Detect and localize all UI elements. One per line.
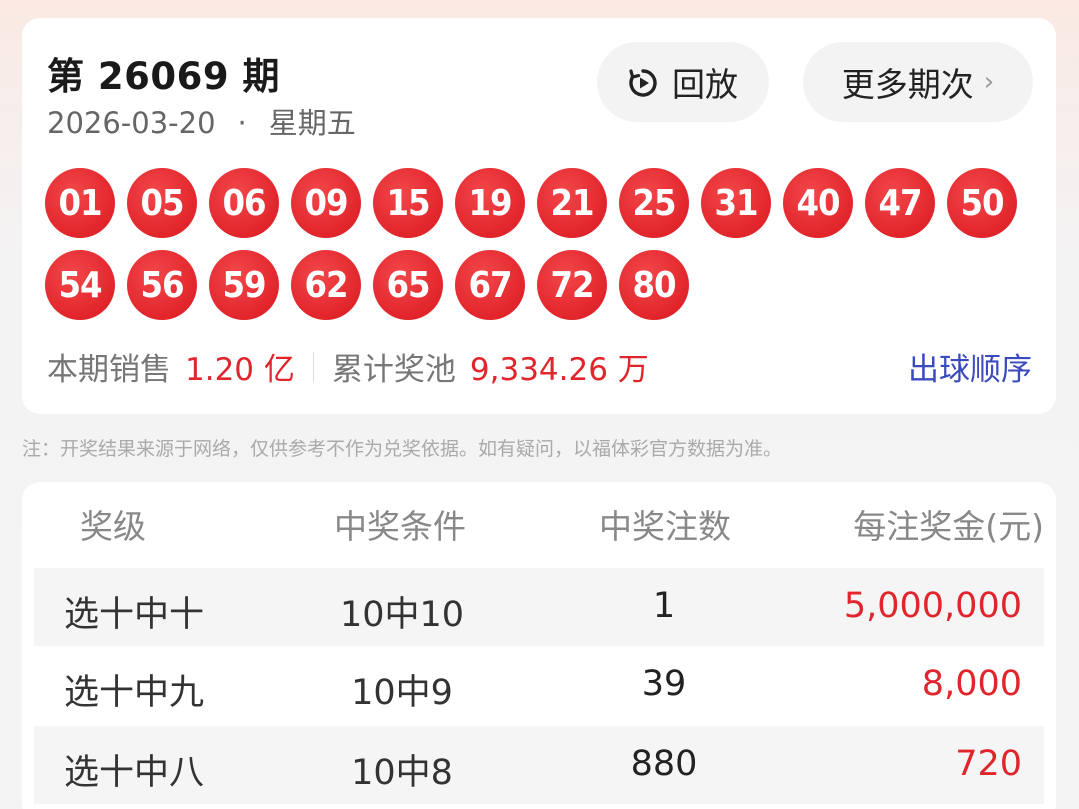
replay-label: 回放 [672,65,738,104]
row-count: 39 [641,664,687,704]
draw-date: 2026-03-20 [47,106,216,140]
chevron-right-icon: › [983,67,995,97]
draw-weekday: 星期五 [268,106,356,140]
number-ball: 72 [537,250,607,320]
number-ball: 31 [701,168,771,238]
row-level: 选十中十 [64,595,205,635]
header-count: 中奖注数 [599,507,731,546]
sales-value: 1.20 亿 [185,352,295,388]
row-condition: 10中8 [351,753,453,793]
sales-stats: 本期销售 1.20 亿 累计奖池 9,334.26 万 出球顺序 [47,344,1032,389]
pool-label: 累计奖池 [331,352,456,388]
draw-date-line: 2026-03-20 · 星期五 [47,100,356,142]
number-ball: 47 [865,168,935,238]
winning-numbers: 01 05 06 09 15 19 21 25 31 40 47 50 54 56 59 62 65 67 72 80 [45,168,1045,320]
number-ball: 65 [373,250,443,320]
row-prize: 8,000 [921,664,1022,704]
number-ball: 25 [619,168,689,238]
number-ball: 01 [45,168,115,238]
separator-dot: · [237,106,247,140]
number-ball: 05 [127,168,197,238]
number-ball: 19 [455,168,525,238]
draw-order-link[interactable]: 出球顺序 [908,344,1032,389]
row-count: 1 [652,586,676,626]
header-level: 奖级 [80,507,146,546]
header-condition: 中奖条件 [334,507,466,546]
number-ball: 80 [619,250,689,320]
header-prize: 每注奖金(元) [853,507,1044,546]
draw-result-card: 第 26069 期 2026-03-20 · 星期五 回放 更多期次 › 01 05 0… [22,18,1056,414]
number-ball: 40 [783,168,853,238]
table-row: 选十中十 10中10 1 5,000,000 [34,568,1044,646]
number-ball: 56 [127,250,197,320]
row-prize: 5,000,000 [843,586,1022,626]
replay-button[interactable]: 回放 [597,42,769,122]
row-level: 选十中九 [64,673,205,713]
number-ball: 06 [209,168,279,238]
number-ball: 15 [373,168,443,238]
more-issues-button[interactable]: 更多期次 › [803,42,1033,122]
issue-title: 第 26069 期 [47,55,280,98]
more-issues-label: 更多期次 [841,65,974,104]
row-condition: 10中9 [351,673,453,713]
number-ball: 54 [45,250,115,320]
table-row: 选十中八 10中8 880 720 [34,726,1044,804]
number-ball: 67 [455,250,525,320]
table-row: 选十中九 10中9 39 8,000 [34,646,1044,724]
row-count: 880 [630,744,698,784]
row-prize: 720 [955,744,1022,784]
replay-icon [628,67,658,97]
sales-label: 本期销售 [47,352,171,388]
number-ball: 50 [947,168,1017,238]
number-ball: 59 [209,250,279,320]
number-ball: 09 [291,168,361,238]
row-condition: 10中10 [339,595,465,635]
row-level: 选十中八 [64,753,205,793]
table-header: 奖级 中奖条件 中奖注数 每注奖金(元) [22,500,1056,550]
number-ball: 21 [537,168,607,238]
number-ball: 62 [291,250,361,320]
disclaimer-note: 注：开奖结果来源于网络，仅供参考不作为兑奖依据。如有疑问，以福体彩官方数据为准。 [22,438,783,460]
pool-value: 9,334.26 万 [469,352,649,388]
stats-divider [312,351,314,382]
prize-table: 奖级 中奖条件 中奖注数 每注奖金(元) 选十中十 10中10 1 5,000,… [22,482,1056,809]
